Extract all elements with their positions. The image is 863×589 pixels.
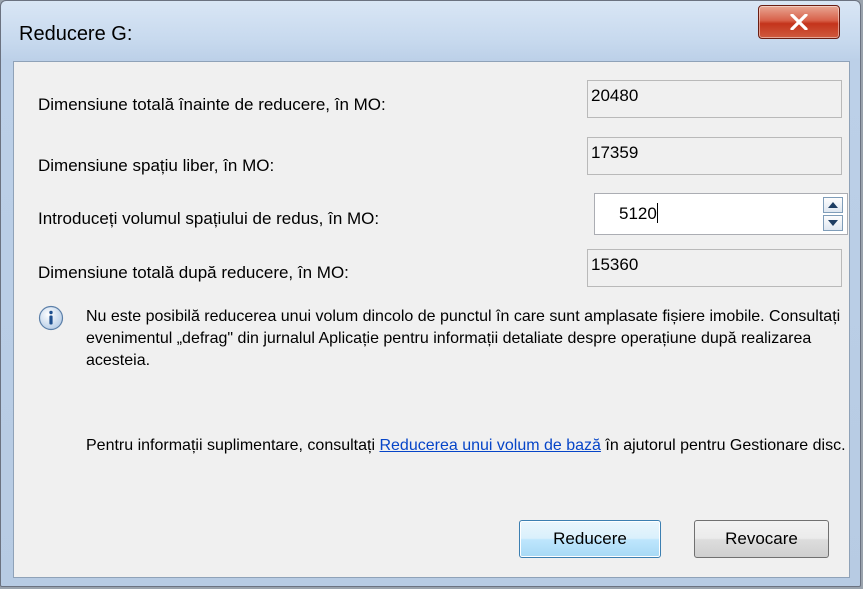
dialog-body: Dimensiune totală înainte de reducere, î…: [13, 61, 850, 578]
info-message: Nu este posibilă reducerea unui volum di…: [86, 308, 841, 369]
total-size-label: Dimensiune totală înainte de reducere, î…: [38, 95, 386, 114]
chevron-down-icon: [828, 220, 838, 226]
size-after-value: 15360: [587, 249, 842, 287]
size-after-label: Dimensiune totală după reducere, în MO:: [38, 263, 349, 282]
info-icon: [38, 305, 64, 331]
shrink-amount-stepper[interactable]: [823, 197, 843, 231]
help-message: Pentru informații suplimentare, consulta…: [86, 435, 846, 457]
free-space-label: Dimensiune spațiu liber, în MO:: [38, 156, 275, 175]
close-icon: [790, 14, 808, 30]
dialog-window: Reducere G: Dimensiune totală înainte de…: [0, 0, 861, 587]
shrink-amount-input[interactable]: [595, 194, 829, 234]
spin-down-button[interactable]: [823, 215, 843, 231]
shrink-amount-field[interactable]: [594, 193, 848, 235]
help-suffix: în ajutorul pentru Gestionare disc.: [600, 437, 846, 454]
cancel-button[interactable]: Revocare: [694, 520, 829, 558]
free-space-value: 17359: [587, 137, 842, 175]
dialog-title: Reducere G:: [19, 23, 133, 45]
shrink-amount-label: Introduceți volumul spațiului de redus, …: [38, 209, 380, 228]
shrink-button[interactable]: Reducere: [519, 520, 661, 558]
close-button[interactable]: [758, 5, 840, 39]
help-prefix: Pentru informații suplimentare, consulta…: [86, 437, 380, 454]
text-caret: [657, 203, 658, 223]
spin-up-button[interactable]: [823, 197, 843, 213]
help-link[interactable]: Reducerea unui volum de bază: [379, 437, 600, 454]
chevron-up-icon: [828, 202, 838, 208]
title-bar[interactable]: Reducere G:: [1, 1, 860, 59]
total-size-value: 20480: [587, 80, 842, 118]
